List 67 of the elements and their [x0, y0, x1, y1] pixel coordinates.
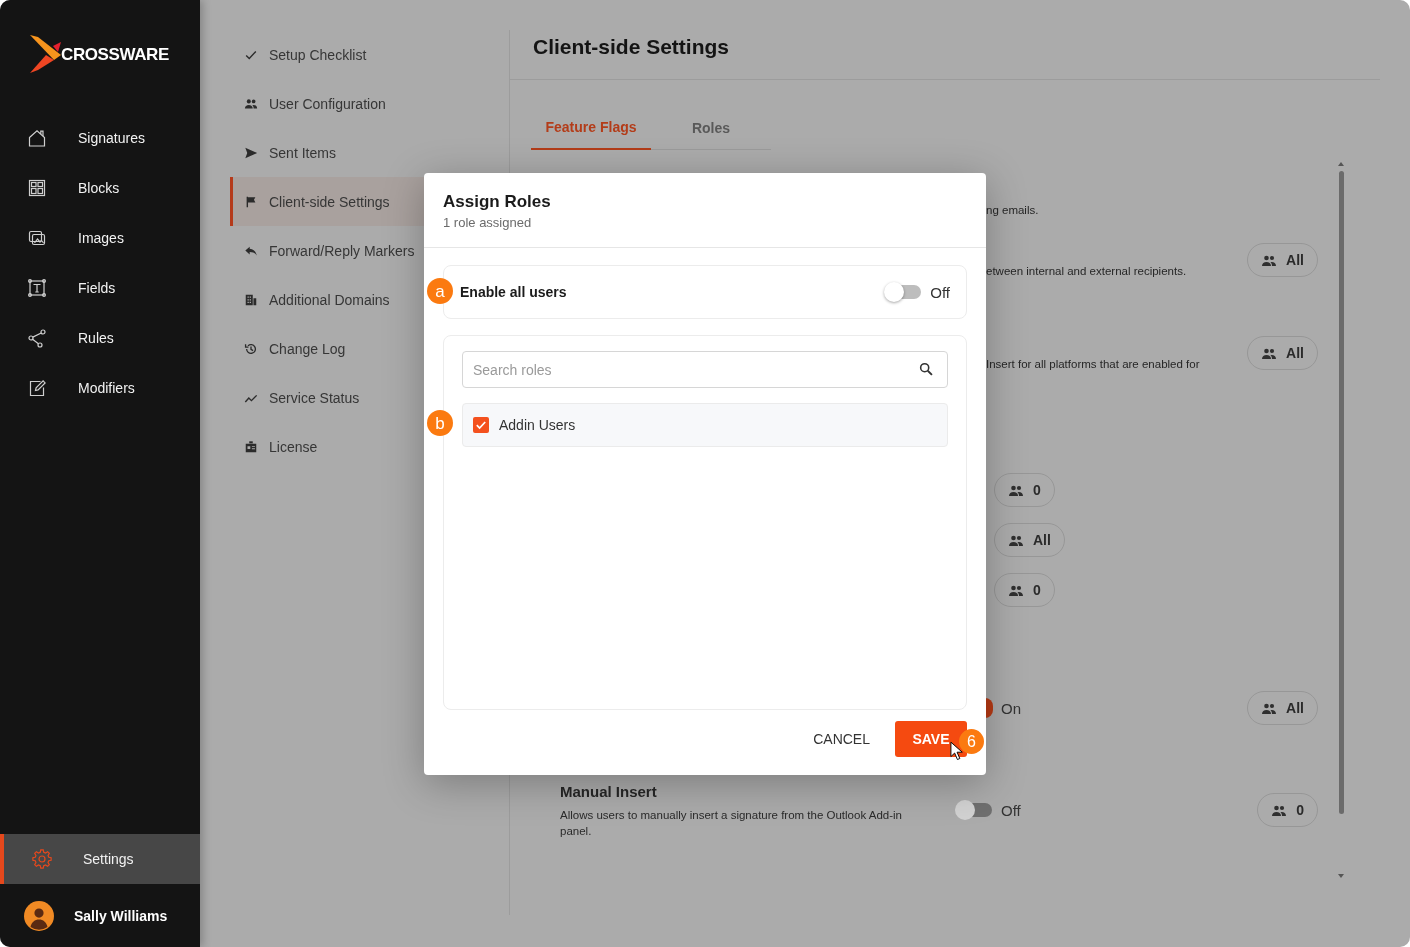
people-icon: [1008, 483, 1024, 497]
send-icon: [244, 145, 258, 160]
share-nodes-icon: [27, 328, 47, 348]
settings-nav-item[interactable]: Change Log: [230, 324, 424, 373]
sidebar-item[interactable]: Modifiers: [0, 363, 200, 413]
avatar: [24, 900, 54, 931]
scroll-down-arrow-icon: [1338, 874, 1344, 878]
feature-description: Allows users to manually insert a signature from the Outlook Add-in panel.: [560, 808, 903, 839]
page-title: Client-side Settings: [533, 34, 731, 60]
grid-icon: [27, 178, 47, 198]
people-icon: [244, 96, 258, 111]
step-badge: 6: [959, 729, 984, 754]
settings-nav-item[interactable]: License: [230, 422, 424, 471]
description-text: Insert for all platforms that are enabled for: [986, 358, 1201, 370]
sidebar-item[interactable]: Rules: [0, 313, 200, 363]
step-badge: a: [427, 278, 453, 304]
step-badge: b: [427, 410, 453, 436]
settings-nav-item[interactable]: Additional Domains: [230, 275, 424, 324]
settings-nav-item[interactable]: User Configuration: [230, 79, 424, 128]
description-text: ng emails.: [986, 204, 1040, 216]
sidebar-item[interactable]: Signatures: [0, 113, 200, 163]
sidebar-item[interactable]: Settings: [0, 834, 200, 884]
toggle-state-label: Off: [930, 283, 950, 301]
role-list-item[interactable]: Addin Users: [462, 403, 948, 447]
toggle-state-label: Off: [1001, 801, 1021, 819]
house-icon: [27, 128, 47, 148]
settings-nav-item[interactable]: Client-side Settings: [230, 177, 424, 226]
settings-nav-item[interactable]: Sent Items: [230, 128, 424, 177]
settings-nav-item[interactable]: Service Status: [230, 373, 424, 422]
settings-nav-item[interactable]: Forward/Reply Markers: [230, 226, 424, 275]
history-icon: [244, 341, 258, 356]
people-icon: [1261, 346, 1278, 360]
text-field-icon: [27, 278, 47, 298]
settings-nav-item[interactable]: Setup Checklist: [230, 30, 424, 79]
settings-icon: [32, 849, 52, 869]
scroll-up-arrow-icon: [1338, 162, 1344, 166]
id-badge-icon: [244, 439, 258, 454]
cursor-icon: [950, 741, 963, 761]
flag-icon: [244, 194, 258, 209]
sidebar-item[interactable]: Blocks: [0, 163, 200, 213]
toggle-switch[interactable]: [884, 282, 923, 302]
description-text: etween internal and external recipients.: [986, 265, 1188, 277]
search-icon: [919, 362, 933, 376]
user-name: Sally Williams: [74, 907, 168, 924]
edit-icon: [27, 378, 47, 398]
checkbox[interactable]: [473, 417, 489, 433]
building-icon: [244, 292, 258, 307]
scrollbar-thumb[interactable]: [1338, 171, 1344, 814]
toggle-switch[interactable]: [955, 800, 993, 820]
images-icon: [27, 228, 47, 248]
cross-logo-icon: [30, 35, 62, 73]
search-field[interactable]: Search roles: [462, 351, 948, 388]
cancel-button[interactable]: CANCEL: [801, 721, 882, 757]
save-button[interactable]: SAVE: [895, 721, 967, 757]
dialog-title: Assign Roles: [443, 191, 552, 213]
people-icon: [1008, 533, 1024, 547]
sidebar-item[interactable]: Fields: [0, 263, 200, 313]
sidebar-item[interactable]: Images: [0, 213, 200, 263]
people-icon: [1271, 803, 1288, 817]
option-label: Enable all users: [460, 284, 568, 300]
people-icon: [1261, 253, 1278, 267]
people-icon: [1008, 583, 1024, 597]
toggle-state-label: On: [1001, 699, 1021, 717]
feature-title: Manual Insert: [560, 782, 658, 802]
people-icon: [1261, 701, 1278, 715]
logo-text: CROSSWARE: [61, 45, 169, 64]
dialog-subtitle: 1 role assigned: [443, 214, 533, 232]
